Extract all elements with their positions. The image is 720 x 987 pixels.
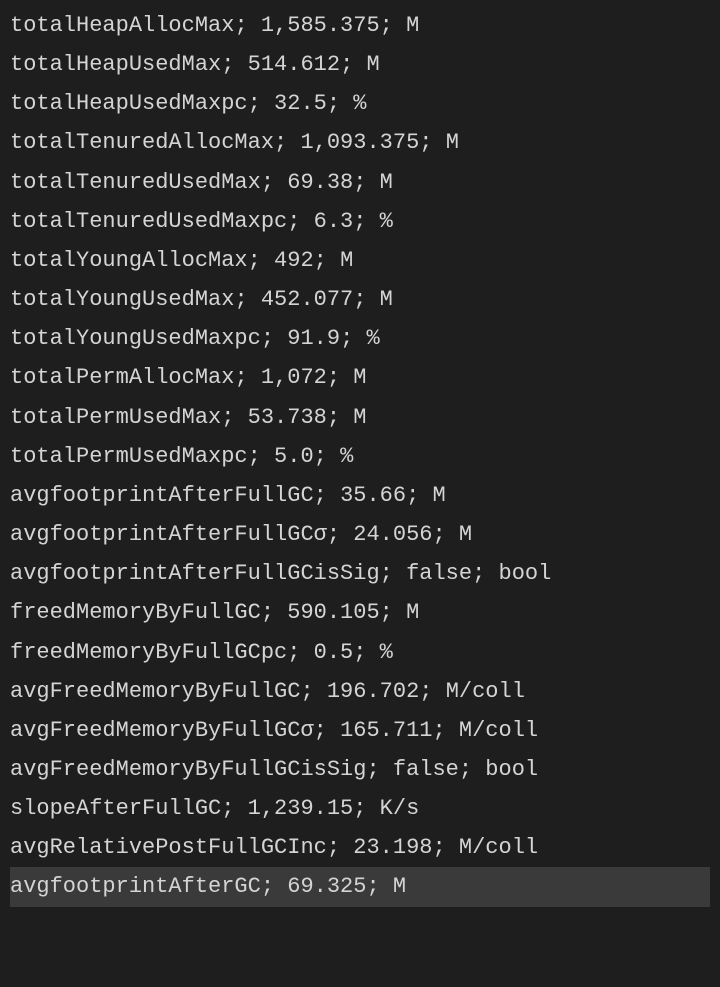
metric-name: slopeAfterFullGC [10,796,221,821]
metric-value: 53.738 [248,405,327,430]
metric-name: totalYoungUsedMax [10,287,234,312]
metric-value: 1,239.15 [248,796,354,821]
metric-name: avgfootprintAfterFullGC [10,483,314,508]
metric-value: 69.38 [287,170,353,195]
metric-name: totalHeapUsedMax [10,52,221,77]
metric-unit: % [380,640,393,665]
metric-name: totalHeapAllocMax [10,13,234,38]
metric-name: avgRelativePostFullGCInc [10,835,327,860]
metric-line: avgfootprintAfterFullGCσ; 24.056; M [10,515,710,554]
metric-unit: M [366,52,379,77]
metric-value: 1,093.375 [300,130,419,155]
metric-line: totalHeapUsedMaxpc; 32.5; % [10,84,710,123]
metric-unit: bool [485,757,538,782]
metric-name: totalPermAllocMax [10,365,234,390]
metric-name: freedMemoryByFullGC [10,600,261,625]
metric-name: totalTenuredAllocMax [10,130,274,155]
metric-line: avgRelativePostFullGCInc; 23.198; M/coll [10,828,710,867]
metric-value: 165.711 [340,718,432,743]
metric-name: totalTenuredUsedMaxpc [10,209,287,234]
metric-line: avgfootprintAfterFullGCisSig; false; boo… [10,554,710,593]
metric-unit: M [353,365,366,390]
metric-name: totalYoungAllocMax [10,248,248,273]
metric-unit: M [446,130,459,155]
metric-value: 492 [274,248,314,273]
metric-unit: % [340,444,353,469]
metric-value: 35.66 [340,483,406,508]
metric-unit: % [380,209,393,234]
metric-value: 0.5 [314,640,354,665]
metric-unit: % [353,91,366,116]
terminal-output[interactable]: totalHeapAllocMax; 1,585.375; MtotalHeap… [0,0,720,907]
metric-line: totalTenuredUsedMax; 69.38; M [10,163,710,202]
metric-value: 5.0 [274,444,314,469]
metric-line: totalTenuredUsedMaxpc; 6.3; % [10,202,710,241]
metric-value: false [393,757,459,782]
metric-line: avgFreedMemoryByFullGCσ; 165.711; M/coll [10,711,710,750]
metric-name: avgfootprintAfterGC [10,874,261,899]
metric-line: totalYoungUsedMax; 452.077; M [10,280,710,319]
metric-value: 23.198 [353,835,432,860]
metric-line: freedMemoryByFullGC; 590.105; M [10,593,710,632]
metric-unit: M/coll [459,835,538,860]
metric-name: totalPermUsedMax [10,405,221,430]
metric-unit: bool [499,561,552,586]
metric-unit: M [340,248,353,273]
metric-value: 24.056 [353,522,432,547]
metric-value: 452.077 [261,287,353,312]
metric-value: 91.9 [287,326,340,351]
metric-value: 1,585.375 [261,13,380,38]
metric-value: 196.702 [327,679,419,704]
metric-unit: M [380,170,393,195]
metric-unit: M [393,874,406,899]
metric-unit: M [406,13,419,38]
metric-value: 590.105 [287,600,379,625]
metric-name: avgfootprintAfterFullGCσ [10,522,327,547]
metric-value: 6.3 [314,209,354,234]
metric-line: avgFreedMemoryByFullGCisSig; false; bool [10,750,710,789]
metric-value: false [406,561,472,586]
metric-line: totalYoungAllocMax; 492; M [10,241,710,280]
metric-unit: M [432,483,445,508]
metric-line: totalHeapUsedMax; 514.612; M [10,45,710,84]
metric-value: 514.612 [248,52,340,77]
metric-line: avgfootprintAfterGC; 69.325; M [10,867,710,906]
metric-name: totalTenuredUsedMax [10,170,261,195]
metric-line: freedMemoryByFullGCpc; 0.5; % [10,633,710,672]
metric-line: totalYoungUsedMaxpc; 91.9; % [10,319,710,358]
metric-unit: M/coll [446,679,525,704]
metric-line: totalPermUsedMaxpc; 5.0; % [10,437,710,476]
metric-unit: % [366,326,379,351]
metric-name: avgFreedMemoryByFullGCσ [10,718,314,743]
metric-line: slopeAfterFullGC; 1,239.15; K/s [10,789,710,828]
metric-name: totalPermUsedMaxpc [10,444,248,469]
metric-name: avgFreedMemoryByFullGC [10,679,300,704]
metric-line: avgfootprintAfterFullGC; 35.66; M [10,476,710,515]
metric-unit: M [406,600,419,625]
metric-value: 69.325 [287,874,366,899]
metric-line: totalPermAllocMax; 1,072; M [10,358,710,397]
metric-unit: K/s [380,796,420,821]
metric-unit: M [380,287,393,312]
metric-line: totalHeapAllocMax; 1,585.375; M [10,6,710,45]
metric-line: avgFreedMemoryByFullGC; 196.702; M/coll [10,672,710,711]
metric-value: 1,072 [261,365,327,390]
metric-line: totalPermUsedMax; 53.738; M [10,398,710,437]
metric-name: totalYoungUsedMaxpc [10,326,261,351]
metric-unit: M/coll [459,718,538,743]
metric-unit: M [353,405,366,430]
metric-unit: M [459,522,472,547]
metric-line: totalTenuredAllocMax; 1,093.375; M [10,123,710,162]
metric-name: freedMemoryByFullGCpc [10,640,287,665]
metric-name: avgFreedMemoryByFullGCisSig [10,757,366,782]
metric-value: 32.5 [274,91,327,116]
metric-name: avgfootprintAfterFullGCisSig [10,561,380,586]
metric-name: totalHeapUsedMaxpc [10,91,248,116]
